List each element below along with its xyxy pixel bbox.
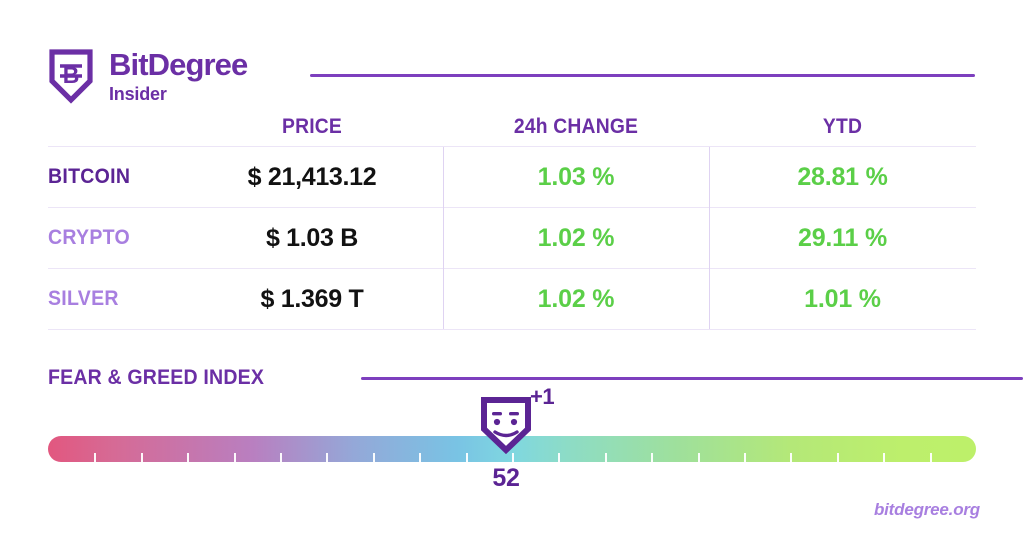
row-ytd-value: 28.81 %	[797, 162, 888, 191]
gauge-tick	[280, 453, 282, 462]
gauge-tick	[790, 453, 793, 462]
fear-greed-title: FEAR & GREED INDEX	[48, 366, 265, 389]
column-header-price: PRICE	[282, 115, 342, 138]
table-row: CRYPTO $ 1.03 B 1.02 % 29.11 %	[48, 208, 976, 268]
gauge-tick	[140, 453, 143, 462]
column-header-ytd: YTD	[822, 115, 863, 138]
gauge-tick	[419, 453, 422, 462]
shield-b-logo-icon: B	[48, 48, 94, 104]
fear-greed-value: 52	[492, 464, 520, 492]
brand-wordmark: BitDegree Insider	[109, 46, 248, 105]
header-divider-rule	[310, 74, 975, 77]
gauge-tick	[697, 453, 700, 462]
gauge-tick	[512, 453, 514, 462]
fear-greed-divider-rule	[361, 377, 1023, 380]
row-change-value: 1.02 %	[537, 223, 615, 252]
row-asset-label: BITCOIN	[48, 165, 131, 188]
brand-subtitle: Insider	[109, 84, 167, 105]
row-change-value: 1.03 %	[537, 162, 615, 191]
row-price-value: $ 1.03 B	[265, 223, 359, 252]
brand-header: B BitDegree Insider	[48, 46, 248, 106]
row-ytd-value: 1.01 %	[804, 284, 881, 313]
footer-url: bitdegree.org	[873, 500, 980, 519]
svg-text:B: B	[63, 62, 80, 88]
table-row: BITCOIN $ 21,413.12 1.03 % 28.81 %	[48, 147, 976, 207]
row-asset-label: SILVER	[48, 287, 119, 310]
insider-stats-card: B BitDegree Insider PRICE 24h CHANGE YTD…	[0, 0, 1024, 542]
gauge-tick	[883, 453, 886, 462]
fear-greed-header: FEAR & GREED INDEX	[48, 366, 1023, 390]
fear-greed-marker: +1 52	[480, 384, 555, 492]
gauge-tick	[372, 453, 375, 462]
row-change-value: 1.02 %	[537, 284, 615, 313]
gauge-tick	[187, 453, 190, 462]
gauge-tick	[233, 453, 236, 462]
gauge-tick	[744, 453, 746, 462]
row-price-value: $ 1.369 T	[260, 284, 364, 313]
column-header-change: 24h CHANGE	[513, 115, 639, 138]
table-row: SILVER $ 1.369 T 1.02 % 1.01 %	[48, 269, 976, 329]
gauge-tick	[604, 453, 607, 462]
gauge-tick	[929, 453, 932, 462]
table-rows: BITCOIN $ 21,413.12 1.03 % 28.81 % CRYPT…	[48, 147, 976, 329]
gauge-tick	[836, 453, 839, 462]
brand-title: BitDegree	[109, 46, 248, 82]
gauge-tick	[558, 453, 561, 462]
gauge-tick	[94, 453, 97, 462]
market-table: PRICE 24h CHANGE YTD BITCOIN $ 21,413.12…	[48, 108, 976, 330]
row-ytd-value: 29.11 %	[798, 223, 887, 252]
gauge-tick	[465, 453, 468, 462]
table-bottom-border	[48, 329, 976, 330]
row-price-value: $ 21,413.12	[247, 162, 377, 191]
table-body: BITCOIN $ 21,413.12 1.03 % 28.81 % CRYPT…	[48, 146, 976, 330]
gauge-tick	[326, 453, 329, 462]
table-header-row: PRICE 24h CHANGE YTD	[48, 108, 976, 146]
fear-greed-delta: +1	[530, 384, 555, 409]
gauge-tick	[651, 453, 654, 462]
smiling-shield-face-icon	[480, 396, 532, 454]
row-asset-label: CRYPTO	[48, 226, 130, 249]
